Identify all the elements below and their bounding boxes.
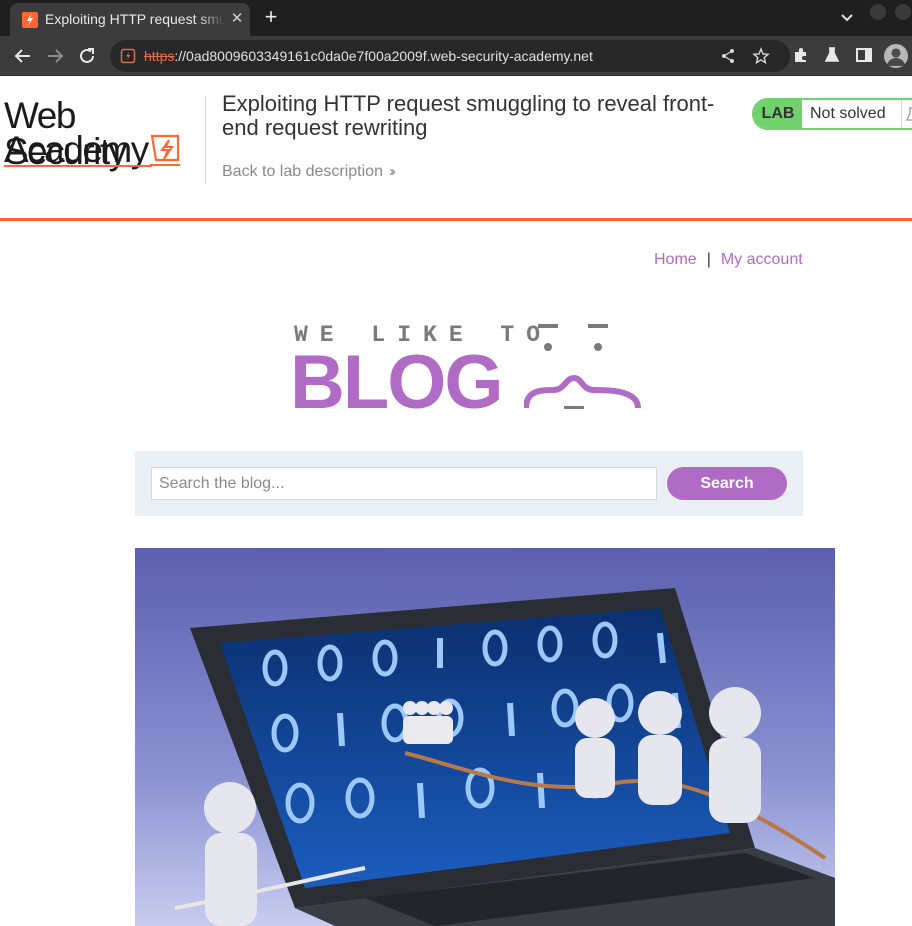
url-text: https://0ad8009603349161c0da0e7f00a2009f…	[144, 48, 593, 64]
window-maximize-icon[interactable]	[895, 4, 911, 20]
lab-flask-icon	[901, 100, 912, 128]
web-security-academy-logo[interactable]: Web Security Academy	[4, 94, 204, 174]
home-link[interactable]: Home	[654, 251, 697, 268]
search-panel: Search	[135, 451, 803, 516]
header-divider	[205, 96, 206, 184]
lock-icon[interactable]	[120, 48, 136, 64]
tab-title: Exploiting HTTP request smuggling to rev…	[45, 11, 225, 27]
back-link-label: Back to lab description	[222, 163, 383, 180]
browser-toolbar: https://0ad8009603349161c0da0e7f00a2009f…	[0, 36, 912, 76]
profile-icon[interactable]	[884, 44, 908, 68]
double-chevron-right-icon: ››	[388, 163, 396, 180]
lab-status-text: Not solved	[810, 105, 886, 122]
my-account-link[interactable]: My account	[721, 251, 803, 268]
forward-icon[interactable]	[44, 45, 66, 67]
blog-banner: WE LIKE TO BLOG	[290, 318, 650, 425]
browser-tab-bar: Exploiting HTTP request smuggling to rev…	[0, 0, 912, 36]
banner-face-icon	[524, 324, 641, 409]
share-icon[interactable]	[720, 48, 736, 64]
lab-header: Web Security Academy Exploiting HTTP req…	[0, 76, 912, 221]
portswigger-favicon-icon	[22, 12, 38, 28]
side-panel-icon[interactable]	[855, 46, 873, 64]
tab-search-chevron-icon[interactable]	[838, 8, 856, 26]
top-navigation: Home | My account	[654, 251, 803, 269]
reload-icon[interactable]	[76, 45, 98, 67]
labs-icon[interactable]	[823, 46, 841, 64]
tab-close-icon[interactable]: ✕	[229, 11, 245, 27]
star-icon[interactable]	[752, 47, 770, 65]
logo-line-2: Academy	[4, 129, 149, 170]
search-input[interactable]	[151, 467, 657, 500]
laptop-tug-of-war-illustration	[135, 548, 835, 926]
blog-post-image[interactable]	[135, 548, 835, 926]
logo-underline	[4, 165, 152, 167]
back-icon[interactable]	[12, 45, 34, 67]
extensions-icon[interactable]	[792, 46, 810, 64]
banner-title: BLOG	[290, 340, 504, 425]
search-button[interactable]: Search	[667, 467, 787, 500]
nav-separator: |	[706, 251, 711, 268]
lab-badge: LAB	[754, 100, 802, 128]
new-tab-icon[interactable]: +	[260, 6, 282, 29]
browser-tab[interactable]: Exploiting HTTP request smuggling to rev…	[10, 3, 250, 36]
lab-title: Exploiting HTTP request smuggling to rev…	[222, 91, 715, 140]
back-to-lab-description-link[interactable]: Back to lab description ››	[222, 163, 396, 181]
address-bar[interactable]: https://0ad8009603349161c0da0e7f00a2009f…	[110, 40, 790, 72]
lab-status-widget: LAB Not solved	[752, 98, 912, 130]
window-minimize-icon[interactable]	[870, 4, 886, 20]
logo-bolt-icon	[150, 134, 180, 166]
